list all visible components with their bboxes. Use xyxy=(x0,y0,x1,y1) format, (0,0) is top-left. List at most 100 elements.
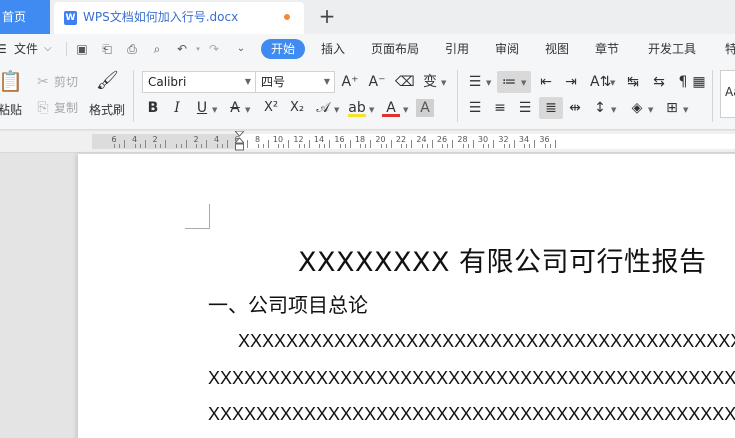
chevron-down-icon[interactable]: ▼ xyxy=(441,79,446,87)
redo-icon[interactable]: ↷ xyxy=(207,42,221,56)
align-center-icon[interactable]: ≡ xyxy=(491,99,509,117)
chevron-down-icon[interactable]: ▼ xyxy=(334,106,339,114)
chevron-down-icon[interactable]: ▼ xyxy=(648,106,653,114)
copy-button-label[interactable]: 复制 xyxy=(54,100,78,116)
chevron-down-icon[interactable]: ▼ xyxy=(245,106,250,114)
tab-review[interactable]: 审阅 xyxy=(495,34,519,64)
increase-font-size-icon[interactable]: A⁺ xyxy=(341,73,359,91)
text-direction-icon[interactable]: A⇅ xyxy=(590,73,611,91)
print-preview-icon[interactable]: ⌕ xyxy=(150,42,164,56)
print-icon[interactable]: ⎙ xyxy=(125,42,139,56)
tab-developer-tools[interactable]: 开发工具 xyxy=(648,34,696,64)
clear-formatting-icon[interactable]: ⌫ xyxy=(395,73,415,91)
bullet-list-icon[interactable]: ☰ xyxy=(466,73,484,91)
styles-preview-text: Aa xyxy=(725,85,735,99)
body-paragraph-line[interactable]: XXXXXXXXXXXXXXXXXXXXXXXXXXXXXXXXXXXXXXXX… xyxy=(208,368,735,389)
paste-button-label[interactable]: 粘贴 xyxy=(0,102,22,118)
tab-chapter[interactable]: 章节 xyxy=(595,34,619,64)
ruler-tick xyxy=(426,144,428,148)
tab-insert[interactable]: 插入 xyxy=(321,34,345,64)
phonetic-guide-icon[interactable]: 变 xyxy=(421,73,439,91)
ruler-tick xyxy=(257,144,259,148)
hamburger-menu-icon[interactable]: ☰ xyxy=(0,34,7,64)
italic-button[interactable]: I xyxy=(168,99,186,117)
section-title[interactable]: 一、公司项目总论 xyxy=(208,289,368,318)
document-tab[interactable]: W WPS文档如何加入行号.docx xyxy=(54,2,304,34)
strikethrough-button[interactable]: A xyxy=(226,99,244,117)
highlight-color-icon[interactable]: ab xyxy=(348,99,366,117)
file-menu-chevron-down-icon[interactable]: ⌵ xyxy=(44,34,52,64)
sort-icon[interactable]: ⇆ xyxy=(650,73,668,91)
tab-special[interactable]: 特 xyxy=(725,34,735,64)
undo-dropdown-icon[interactable]: ▾ xyxy=(191,42,205,56)
home-tab[interactable]: 首页 xyxy=(0,0,50,34)
save-icon[interactable]: ▣ xyxy=(75,42,89,56)
tab-start[interactable]: 开始 xyxy=(261,39,305,59)
character-shading-icon[interactable]: A xyxy=(416,99,434,117)
paste-icon[interactable]: 📋 xyxy=(0,71,23,94)
decrease-indent-icon[interactable]: ⇤ xyxy=(537,73,555,91)
undo-icon[interactable]: ↶ xyxy=(175,42,189,56)
ruler-tick xyxy=(247,144,249,148)
format-painter-label[interactable]: 格式刷 xyxy=(89,102,125,118)
chevron-down-icon: ▼ xyxy=(323,77,330,86)
distributed-align-icon[interactable]: ⇹ xyxy=(566,99,584,117)
ruler-tick xyxy=(390,144,392,148)
chevron-down-icon[interactable]: ▼ xyxy=(521,79,526,87)
align-right-icon[interactable]: ☰ xyxy=(516,99,534,117)
underline-button[interactable]: U xyxy=(193,99,211,117)
body-paragraph-line[interactable]: XXXXXXXXXXXXXXXXXXXXXXXXXXXXXXXXXXXXXXXX… xyxy=(238,331,735,352)
cut-button-label[interactable]: 剪切 xyxy=(54,74,78,90)
styles-gallery[interactable]: Aa xyxy=(720,70,735,118)
decrease-font-size-icon[interactable]: A⁻ xyxy=(368,73,386,91)
chevron-down-icon[interactable]: ▼ xyxy=(611,106,616,114)
numbered-list-icon[interactable]: ≔ xyxy=(500,73,518,91)
file-menu[interactable]: 文件 xyxy=(14,34,38,64)
ruler-track: 6 4 2 2 4 6 8 10 12 14 16 18 20 22 24 26 28 30 32 34 36 xyxy=(92,134,735,149)
chevron-down-icon[interactable]: ▼ xyxy=(486,79,491,87)
chinese-layout-icon[interactable]: ↹ xyxy=(624,73,642,91)
document-page[interactable]: XXXXXXXX 有限公司可行性报告 一、公司项目总论 XXXXXXXXXXXX… xyxy=(78,154,735,438)
divider xyxy=(133,70,134,122)
justify-icon[interactable]: ≣ xyxy=(542,99,560,117)
format-painter-icon[interactable]: 🖌 xyxy=(96,72,119,94)
paragraph-shading-icon[interactable]: ◈ xyxy=(628,99,646,117)
chevron-down-icon[interactable]: ▼ xyxy=(369,106,374,114)
increase-indent-icon[interactable]: ⇥ xyxy=(562,73,580,91)
customize-toolbar-icon[interactable]: ⌄ xyxy=(234,42,248,56)
copy-icon[interactable]: ⎘ xyxy=(34,99,52,117)
indent-marker-icon[interactable] xyxy=(233,130,246,155)
font-name-select[interactable]: Calibri ▼ xyxy=(142,71,256,93)
align-left-icon[interactable]: ☰ xyxy=(466,99,484,117)
document-heading[interactable]: XXXXXXXX 有限公司可行性报告 xyxy=(298,240,707,279)
ruler-number: 32 xyxy=(498,135,509,144)
ruler-number: 6 xyxy=(111,135,117,144)
subscript-button[interactable]: X₂ xyxy=(286,99,308,117)
chevron-down-icon[interactable]: ▼ xyxy=(403,106,408,114)
ruler-tick xyxy=(324,144,326,148)
bold-button[interactable]: B xyxy=(144,99,162,117)
ruler-tick xyxy=(339,144,341,148)
borders-icon[interactable]: ⊞ xyxy=(663,99,681,117)
line-spacing-icon[interactable]: ↕ xyxy=(591,99,609,117)
new-tab-plus-icon[interactable]: + xyxy=(317,5,337,27)
font-color-icon[interactable]: A xyxy=(382,99,400,117)
horizontal-ruler[interactable]: 6 4 2 2 4 6 8 10 12 14 16 18 20 22 24 26 28 30 32 34 36 xyxy=(0,131,735,153)
export-pdf-icon[interactable]: ⎗ xyxy=(100,42,114,56)
body-paragraph-line[interactable]: XXXXXXXXXXXXXXXXXXXXXXXXXXXXXXXXXXXXXXXX… xyxy=(208,404,735,425)
tab-page-layout[interactable]: 页面布局 xyxy=(371,34,419,64)
chevron-down-icon[interactable]: ▼ xyxy=(212,106,217,114)
chevron-down-icon[interactable]: ▼ xyxy=(683,106,688,114)
margin-corner-mark xyxy=(185,228,210,229)
text-effects-icon[interactable]: 𝒜 xyxy=(314,99,332,117)
scissors-icon[interactable]: ✂ xyxy=(34,73,52,91)
font-size-select[interactable]: 四号 ▼ xyxy=(255,71,335,93)
ruler-number: 18 xyxy=(354,135,366,144)
ruler-tick xyxy=(139,144,141,148)
tab-view[interactable]: 视图 xyxy=(545,34,569,64)
ruler-tick xyxy=(483,144,485,148)
superscript-button[interactable]: X² xyxy=(260,99,282,117)
tab-references[interactable]: 引用 xyxy=(445,34,469,64)
chevron-down-icon[interactable]: ▼ xyxy=(610,79,615,87)
borders-table-icon[interactable]: ▦ xyxy=(690,73,708,91)
